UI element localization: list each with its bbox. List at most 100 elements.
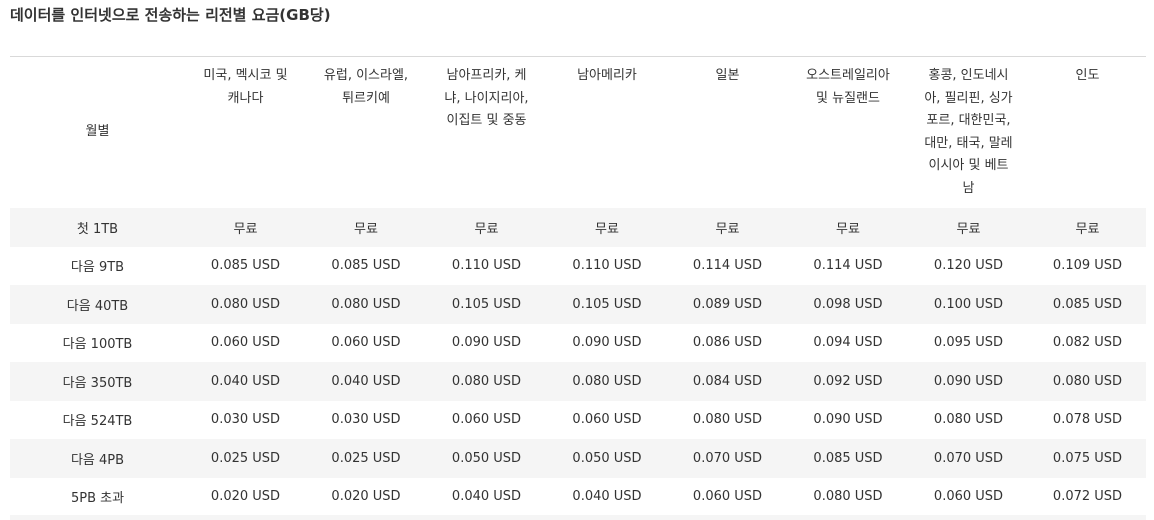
price-cell: 0.110 USD <box>451 258 522 274</box>
price-cell: 0.070 USD <box>667 439 788 478</box>
table-row: 5PB 초과 0.020 USD 0.020 USD 0.040 USD 0.040 U… <box>10 478 1146 517</box>
price-cell: 0.080 USD <box>426 362 547 401</box>
price-cell: 0.040 USD <box>306 362 426 401</box>
price-cell: 0.060 USD <box>933 489 1004 505</box>
price-cell: 0.050 USD <box>547 439 667 478</box>
price-cell: 0.085 USD <box>331 258 401 274</box>
price-cell: 0.098 USD <box>788 285 908 324</box>
price-cell: 0.085 USD <box>210 258 281 274</box>
price-cell: 0.095 USD <box>933 335 1004 351</box>
price-cell: 0.090 USD <box>813 412 883 428</box>
column-header-label-line: 미국, 멕시코 및 <box>203 68 288 83</box>
price-cell: 0.040 USD <box>185 362 306 401</box>
price-cell: 0.040 USD <box>572 489 642 505</box>
table-row: 다음 350TB 0.040 USD 0.040 USD 0.080 USD 0.080… <box>10 362 1146 401</box>
column-header-label-line: 남아프리카, 케 <box>446 68 527 83</box>
price-cell: 0.080 USD <box>813 489 883 505</box>
page-title: 데이터를 인터넷으로 전송하는 리전별 요금(GB당) <box>10 6 331 24</box>
price-cell: 무료 <box>908 208 1029 247</box>
price-cell: 0.082 USD <box>1052 335 1123 351</box>
column-header-region: 오스트레일리아및 뉴질랜드 <box>788 57 908 208</box>
column-header-region: 남아메리카 <box>547 57 667 208</box>
price-cell: 0.080 USD <box>933 412 1004 428</box>
price-cell: 0.030 USD <box>210 412 281 428</box>
price-cell: 0.120 USD <box>933 258 1004 274</box>
column-header-label-line: 이시아 및 베트 <box>928 158 1009 173</box>
price-cell: 0.094 USD <box>813 335 883 351</box>
column-header-label-line: 남 <box>962 180 975 196</box>
column-header-label-line: 캐나다 <box>227 90 264 106</box>
price-cell: 0.060 USD <box>210 335 281 351</box>
table-header-row: 월별 미국, 멕시코 및캐나다 유럽, 이스라엘, 튀르키예 남아프리카, 케냐, 나이… <box>10 57 1146 208</box>
tier-cell: 다음 100TB <box>62 337 133 353</box>
price-cell: 0.060 USD <box>331 335 401 351</box>
price-cell: 0.080 USD <box>306 285 426 324</box>
price-cell: 무료 <box>547 208 667 247</box>
column-header-region: 일본 <box>667 57 788 208</box>
price-cell: 0.080 USD <box>185 285 306 324</box>
price-cell: 무료 <box>667 208 788 247</box>
column-header-label-line: 오스트레일리아 <box>806 68 890 83</box>
column-header-label-line: 대만, 태국, 말레 <box>924 135 1013 151</box>
column-header-region: 인도 <box>1029 57 1146 208</box>
column-header-label-line: 유럽, 이스라엘, <box>323 68 409 83</box>
price-cell: 0.092 USD <box>788 362 908 401</box>
price-cell: 0.040 USD <box>451 489 522 505</box>
column-header-label-line: 및 뉴질랜드 <box>816 90 880 106</box>
price-cell: 무료 <box>788 208 908 247</box>
price-cell: 0.025 USD <box>185 439 306 478</box>
column-header-label-line: 이집트 및 중동 <box>446 113 527 128</box>
price-cell: 0.084 USD <box>667 362 788 401</box>
price-cell: 0.089 USD <box>667 285 788 324</box>
column-header-region: 남아프리카, 케냐, 나이지리아, 이집트 및 중동 <box>426 57 547 208</box>
price-cell: 0.060 USD <box>451 412 522 428</box>
price-cell: 0.090 USD <box>572 335 642 351</box>
price-cell: 0.080 USD <box>1029 362 1146 401</box>
column-header-label-line: 포르, 대한민국, <box>926 113 1011 128</box>
price-cell: 0.114 USD <box>813 258 883 274</box>
column-header-label-line: 냐, 나이지리아, <box>444 90 529 106</box>
price-cell: 0.090 USD <box>908 362 1029 401</box>
column-header-region: 미국, 멕시코 및캐나다 <box>185 57 306 208</box>
tier-cell: 다음 350TB <box>10 362 185 401</box>
column-header-region: 홍콩, 인도네시 아, 필리핀, 싱가 포르, 대한민국, 대만, 태국, 말레 이시아… <box>908 57 1029 208</box>
price-cell: 0.020 USD <box>210 489 281 505</box>
tier-cell: 다음 524TB <box>62 414 133 430</box>
price-cell: 0.078 USD <box>1052 412 1123 428</box>
column-header-month: 월별 <box>10 57 185 208</box>
price-cell: 0.072 USD <box>1052 489 1123 505</box>
column-header-label-line: 튀르키예 <box>342 90 390 106</box>
column-header-region: 유럽, 이스라엘, 튀르키예 <box>306 57 426 208</box>
price-cell: 0.110 USD <box>572 258 642 274</box>
price-cell: 0.109 USD <box>1052 258 1123 274</box>
tier-cell: 다음 9TB <box>70 260 125 276</box>
price-cell: 0.020 USD <box>331 489 401 505</box>
tier-cell: 다음 4PB <box>10 439 185 478</box>
price-cell: 0.085 USD <box>788 439 908 478</box>
column-header-label-line: 인도 <box>1075 68 1100 83</box>
price-cell: 0.090 USD <box>451 335 522 351</box>
price-cell: 무료 <box>1029 208 1146 247</box>
price-cell: 0.050 USD <box>426 439 547 478</box>
price-cell: 무료 <box>306 208 426 247</box>
column-header-label-line: 남아메리카 <box>577 68 637 83</box>
price-cell: 0.080 USD <box>547 362 667 401</box>
column-header-label-line: 월별 <box>85 124 110 140</box>
price-cell: 0.105 USD <box>547 285 667 324</box>
tier-cell: 5PB 초과 <box>70 491 125 507</box>
table-row: 다음 524TB 0.030 USD 0.030 USD 0.060 USD 0.060… <box>10 401 1146 440</box>
table-row: 다음 9TB 0.085 USD 0.085 USD 0.110 USD 0.110 U… <box>10 247 1146 286</box>
price-cell: 0.070 USD <box>908 439 1029 478</box>
price-cell: 0.060 USD <box>572 412 642 428</box>
price-cell: 0.114 USD <box>692 258 763 274</box>
price-cell: 0.105 USD <box>426 285 547 324</box>
price-cell: 0.080 USD <box>692 412 763 428</box>
column-header-label-line: 아, 필리핀, 싱가 <box>924 90 1013 106</box>
price-cell: 무료 <box>426 208 547 247</box>
price-cell: 0.086 USD <box>692 335 763 351</box>
pricing-table: 월별 미국, 멕시코 및캐나다 유럽, 이스라엘, 튀르키예 남아프리카, 케냐, 나이… <box>10 57 1146 516</box>
price-cell: 0.025 USD <box>306 439 426 478</box>
price-cell: 0.075 USD <box>1029 439 1146 478</box>
price-cell: 무료 <box>185 208 306 247</box>
table-bottom-strip <box>10 515 1146 520</box>
